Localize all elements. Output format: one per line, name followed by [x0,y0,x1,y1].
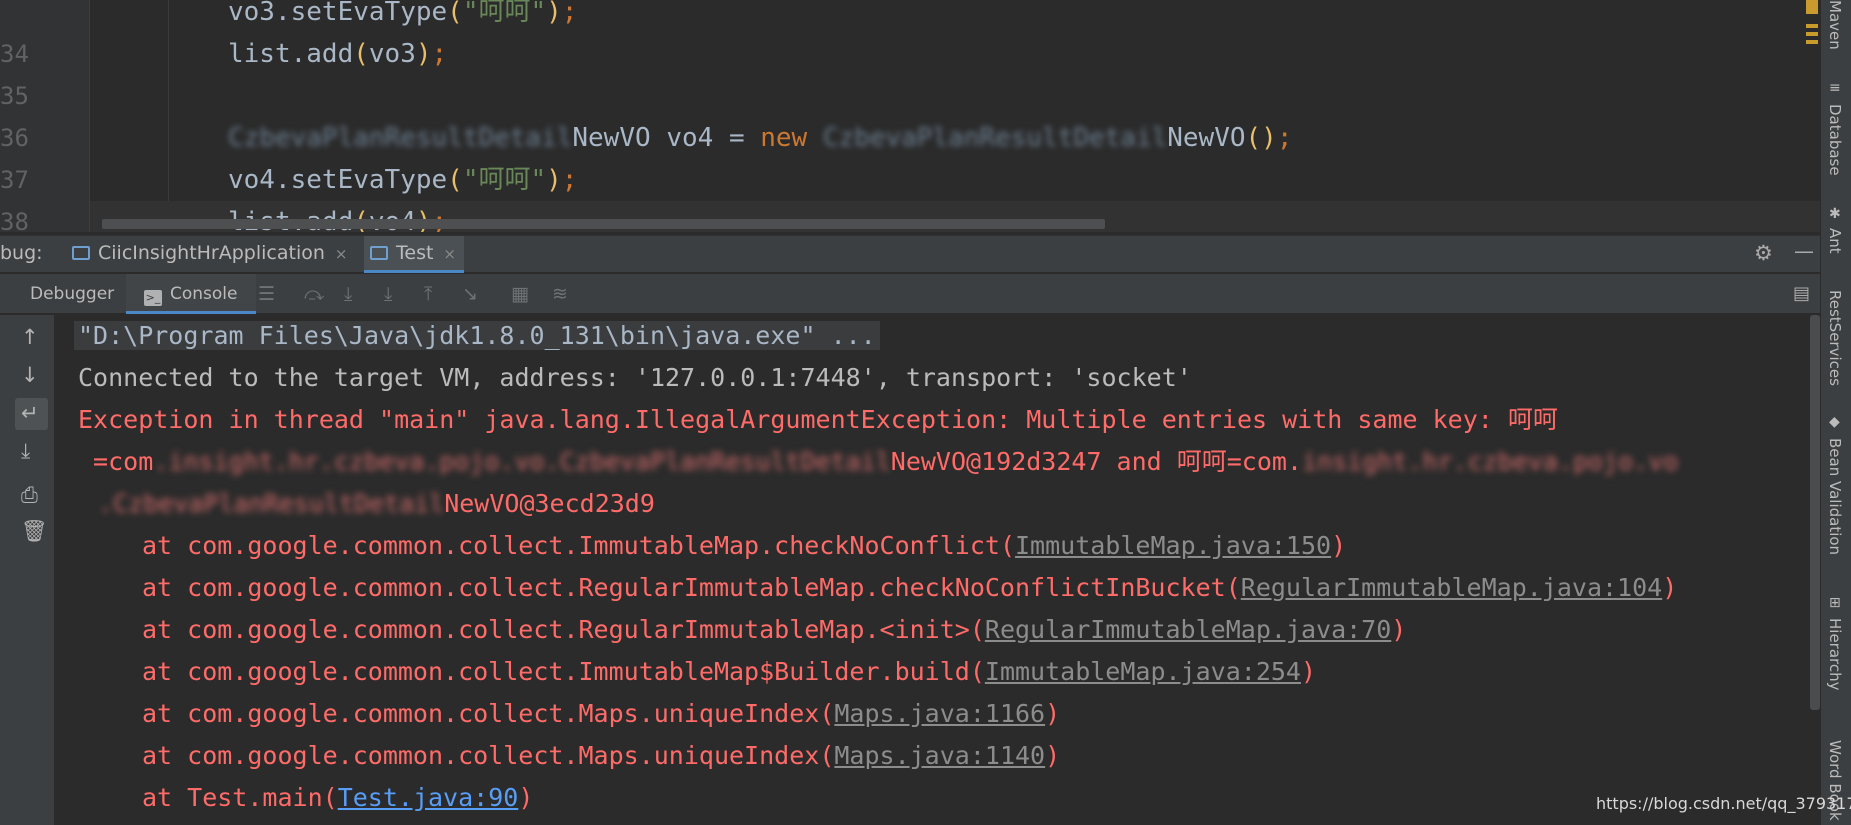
error-stripe[interactable] [1804,0,1820,60]
scroll-to-end-icon[interactable]: ⤓ [21,439,30,464]
warning-marker[interactable] [1806,0,1818,14]
line-number: 34 [0,40,29,68]
tool-tab-hierarchy[interactable]: Hierarchy [1826,618,1844,691]
watermark-text: https://blog.csdn.net/qq_37931748 [1596,794,1851,813]
threads-icon[interactable]: ☰ [258,283,275,305]
trash-icon[interactable]: 🗑 [21,519,48,544]
tool-tab-maven[interactable]: Maven [1826,0,1844,50]
step-out-icon[interactable]: ⤒ [424,283,432,305]
close-icon[interactable]: × [443,245,456,263]
bean-validation-icon: ◆ [1829,414,1840,430]
tab-test[interactable]: Test × [364,236,464,273]
down-arrow-icon[interactable]: ↓ [21,363,39,387]
right-tool-window-strip: Maven ≡ Database ✱ Ant RestServices ◆ Be… [1820,0,1851,825]
warning-marker[interactable] [1806,32,1818,36]
stack-trace-line: at com.google.common.collect.RegularImmu… [142,615,1407,644]
warning-marker[interactable] [1806,24,1818,28]
force-step-into-icon[interactable]: ⤓ [384,283,392,305]
database-icon: ≡ [1829,80,1841,96]
horizontal-scrollbar[interactable] [102,219,1105,229]
code-line[interactable]: vo4.setEvaType("呵呵"); [228,159,577,201]
run-config-icon [72,246,90,260]
line-number: 35 [0,82,29,110]
source-link[interactable]: ImmutableMap.java:254 [985,657,1301,686]
up-arrow-icon[interactable]: ↑ [21,325,39,349]
run-to-cursor-icon[interactable]: ↘ [462,283,478,305]
debugger-toolbar: Debugger >_ Console ☰ ⤼ ⤓ ⤓ ⤒ ↘ ▦ ≋ ▤ [0,274,1820,314]
evaluate-expression-icon[interactable]: ▦ [511,283,529,305]
stack-trace-line: at com.google.common.collect.ImmutableMa… [142,657,1317,686]
ant-icon: ✱ [1829,206,1841,222]
tool-tab-restservices[interactable]: RestServices [1826,290,1844,386]
redacted-package: .insight.hr.czbeva.pojo.vo.CzbevaPlanRes… [153,447,891,476]
console-vertical-scrollbar[interactable] [1810,315,1820,710]
source-link[interactable]: Maps.java:1166 [834,699,1045,728]
tab-label: CiicInsightHrApplication [98,242,325,264]
gear-icon[interactable]: ⚙ [1754,241,1773,265]
minimize-icon[interactable]: — [1794,239,1814,263]
debug-label: bug: [0,242,43,264]
tab-label: Console [170,284,238,304]
redacted-package: .CzbevaPlanResultDetail [98,489,445,518]
indent-guide [168,0,169,232]
debug-tool-window-header: bug: CiicInsightHrApplication × Test × ⚙ — [0,235,1820,273]
console-line-command: "D:\Program Files\Java\jdk1.8.0_131\bin\… [74,315,880,357]
tab-debugger[interactable]: Debugger [30,284,114,304]
tool-tab-bean-validation[interactable]: Bean Validation [1826,438,1844,555]
source-link[interactable]: ImmutableMap.java:150 [1015,531,1331,560]
console-output[interactable]: "D:\Program Files\Java\jdk1.8.0_131\bin\… [56,315,1809,825]
source-link[interactable]: Maps.java:1140 [834,741,1045,770]
stack-trace-line: at com.google.common.collect.ImmutableMa… [142,531,1347,560]
console-action-gutter: ↑ ↓ ↵ ⤓ ⎙ 🗑 [0,315,55,825]
source-link[interactable]: RegularImmutableMap.java:104 [1241,573,1662,602]
redacted-class-prefix: CzbevaPlanResultDetail [228,123,573,153]
console-line-exception: Exception in thread "main" java.lang.Ill… [78,405,1558,434]
console-line-connected: Connected to the target VM, address: '12… [78,363,1192,392]
redacted-class-prefix: CzbevaPlanResultDetail [822,123,1168,153]
soft-wrap-icon[interactable]: ↵ [21,401,39,425]
tool-tab-database[interactable]: Database [1826,104,1844,176]
close-icon[interactable]: × [335,245,348,263]
tab-ciicinsighthrapplication[interactable]: CiicInsightHrApplication × [66,236,355,273]
step-into-icon[interactable]: ⤓ [344,283,352,305]
stack-trace-line: at Test.main(Test.java:90) [142,783,534,812]
code-line[interactable]: CzbevaPlanResultDetailNewVO vo4 = new Cz… [228,117,1293,159]
console-line-exception-detail: =com.insight.hr.czbeva.pojo.vo.CzbevaPla… [78,447,1679,476]
run-config-icon [370,246,388,260]
stack-trace-line: at com.google.common.collect.Maps.unique… [142,699,1061,728]
tab-console[interactable]: >_ Console [126,274,256,314]
redacted-package: insight.hr.czbeva.pojo.vo [1302,447,1679,476]
line-number: 38 [0,208,29,232]
step-over-icon[interactable]: ⤼ [304,283,324,305]
print-icon[interactable]: ⎙ [21,483,38,508]
console-icon: >_ [144,290,162,306]
code-line[interactable]: vo3.setEvaType("呵呵"); [228,0,577,33]
trace-current-stream-icon[interactable]: ≋ [552,283,568,305]
tab-label: Test [396,242,434,264]
line-number: 37 [0,166,29,194]
hierarchy-icon: ⊞ [1829,595,1841,611]
line-number-gutter: 34 35 36 37 38 [0,0,90,232]
stack-trace-line: at com.google.common.collect.Maps.unique… [142,741,1061,770]
tool-tab-ant[interactable]: Ant [1826,228,1844,254]
source-link[interactable]: Test.java:90 [338,783,519,812]
warning-marker[interactable] [1806,40,1818,44]
console-line-exception-detail: .CzbevaPlanResultDetailNewVO@3ecd23d9 [98,489,655,518]
line-number: 36 [0,124,29,152]
layout-settings-icon[interactable]: ▤ [1793,283,1810,304]
stack-trace-line: at com.google.common.collect.RegularImmu… [142,573,1678,602]
source-link[interactable]: RegularImmutableMap.java:70 [985,615,1391,644]
code-line[interactable]: list.add(vo3); [228,33,447,75]
code-editor[interactable]: 34 35 36 37 38 vo3.setEvaType("呵呵"); lis… [0,0,1820,232]
